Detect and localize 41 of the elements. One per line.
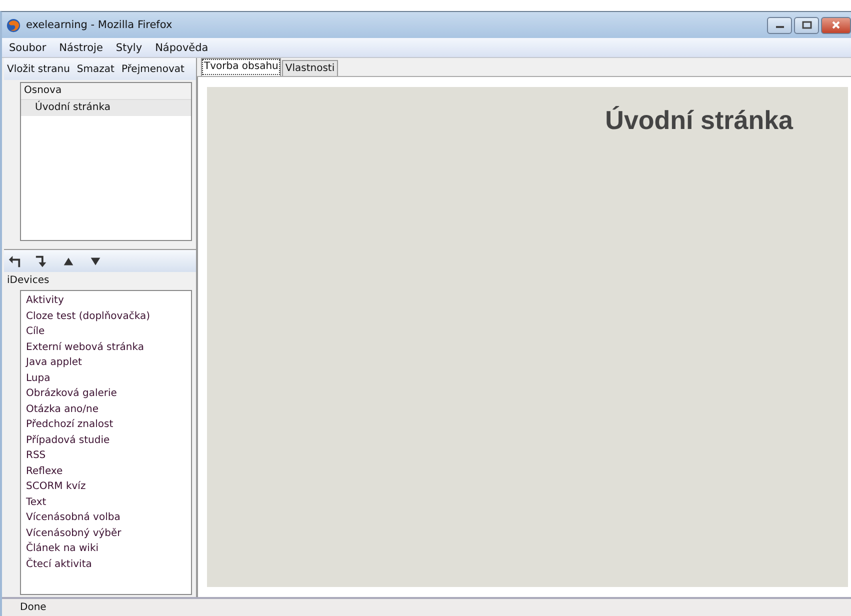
list-item[interactable]: Vícenásobný výběr <box>21 526 191 541</box>
list-item[interactable]: Cloze test (doplňovačka) <box>21 308 191 324</box>
list-item[interactable]: Text <box>21 494 191 510</box>
close-button[interactable] <box>821 16 851 34</box>
column-header: Osnova <box>21 83 191 100</box>
list-item[interactable]: Reflexe <box>21 464 191 479</box>
list-item[interactable]: Případová studie <box>21 432 191 448</box>
page-title: Úvodní stránka <box>605 105 793 136</box>
list-item[interactable]: Vícenásobná volba <box>21 510 191 526</box>
list-item[interactable]: SCORM kvíz <box>21 479 191 494</box>
list-item[interactable]: Externí webová stránka <box>21 340 191 355</box>
close-icon <box>831 21 841 29</box>
list-item[interactable]: Předchozí znalost <box>21 417 191 432</box>
maximize-icon <box>802 21 812 29</box>
menu-item[interactable]: Nápověda <box>155 42 208 54</box>
list-item[interactable]: Java applet <box>21 355 191 370</box>
window-title: exelearning - Mozilla Firefox <box>26 19 174 31</box>
browser-logo-icon <box>6 18 21 32</box>
toolbar-button[interactable]: Přejmenovat <box>121 64 184 74</box>
menu-item[interactable]: Soubor <box>9 42 46 54</box>
menu-item[interactable]: Nástroje <box>59 42 103 54</box>
list-item[interactable]: Aktivity <box>21 293 191 308</box>
tree-item[interactable]: Úvodní stránka <box>21 100 191 116</box>
section-label: iDevices <box>6 274 50 288</box>
tab[interactable]: Tvorba obsahu <box>201 58 282 76</box>
list-item[interactable]: Článek na wiki <box>21 541 191 556</box>
menu-item[interactable]: Styly <box>116 42 142 54</box>
list-item[interactable]: Obrázková galerie <box>21 386 191 402</box>
toolbar-button[interactable]: Smazat <box>76 64 114 74</box>
list-item[interactable]: Cíle <box>21 324 191 340</box>
toolbar-button[interactable]: Vložit stranu <box>7 64 70 74</box>
tab[interactable]: Vlastnosti <box>282 60 338 76</box>
list-item[interactable]: Otázka ano/ne <box>21 402 191 417</box>
maximize-button[interactable] <box>794 16 819 34</box>
minimize-button[interactable] <box>767 16 792 34</box>
list-item[interactable]: Lupa <box>21 370 191 386</box>
promote-arrow-icon[interactable] <box>8 254 21 268</box>
list-item[interactable]: RSS <box>21 448 191 464</box>
demote-arrow-icon[interactable] <box>35 254 48 268</box>
list-item[interactable]: Čtecí aktivita <box>21 556 191 572</box>
status-text: Done <box>20 602 46 613</box>
